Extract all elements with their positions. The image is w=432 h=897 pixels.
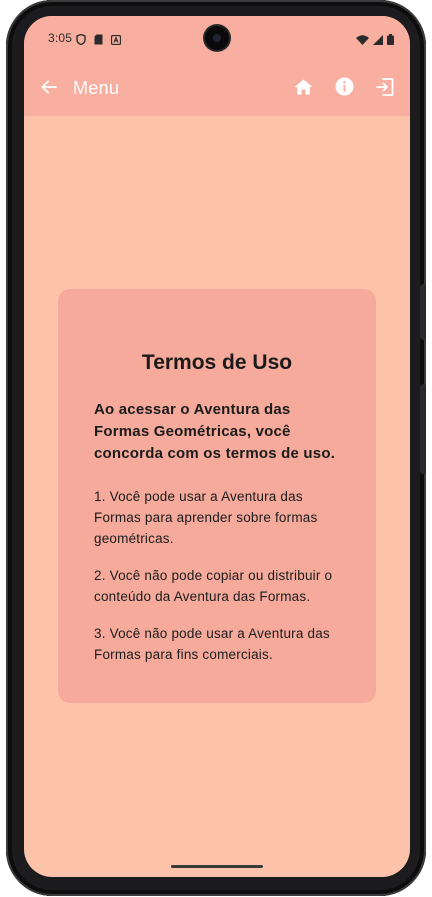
battery-icon: [387, 32, 394, 50]
volume-button: [420, 384, 426, 474]
app-bar: Menu: [24, 62, 410, 116]
terms-item: 1. Você pode usar a Aventura das Formas …: [94, 489, 318, 546]
status-bar: 3:05: [24, 16, 410, 62]
power-button: [420, 284, 426, 340]
status-icons-right: [356, 32, 394, 50]
logout-icon: [376, 77, 394, 101]
terms-title: Termos de Uso: [141, 351, 293, 374]
sd-card-icon: [94, 32, 103, 50]
screen: 3:05 Menu Termos de Uso Ao acessar o Ave…: [24, 16, 410, 877]
home-indicator[interactable]: [171, 865, 263, 868]
terms-card: Termos de Uso Ao acessar o Aventura das …: [58, 289, 376, 703]
info-icon: [335, 77, 354, 101]
logout-button[interactable]: [373, 77, 397, 101]
status-icons-left: [76, 32, 122, 50]
status-time: 3:05: [48, 31, 73, 45]
a-badge-icon: [110, 32, 122, 50]
arrow-back-icon: [41, 80, 57, 99]
wifi-icon: [356, 32, 369, 50]
home-button[interactable]: [291, 77, 315, 101]
shield-icon: [76, 32, 86, 50]
front-camera: [205, 26, 229, 50]
back-button[interactable]: [38, 78, 60, 100]
terms-item: 3. Você não pode usar a Aventura das For…: [94, 626, 330, 662]
signal-icon: [373, 32, 383, 50]
terms-item: 2. Você não pode copiar ou distribuir o …: [94, 568, 333, 604]
app-bar-title: Menu: [73, 78, 120, 98]
home-icon: [294, 79, 313, 100]
info-button[interactable]: [332, 77, 356, 101]
terms-intro: Ao acessar o Aventura das Formas Geométr…: [94, 401, 336, 462]
